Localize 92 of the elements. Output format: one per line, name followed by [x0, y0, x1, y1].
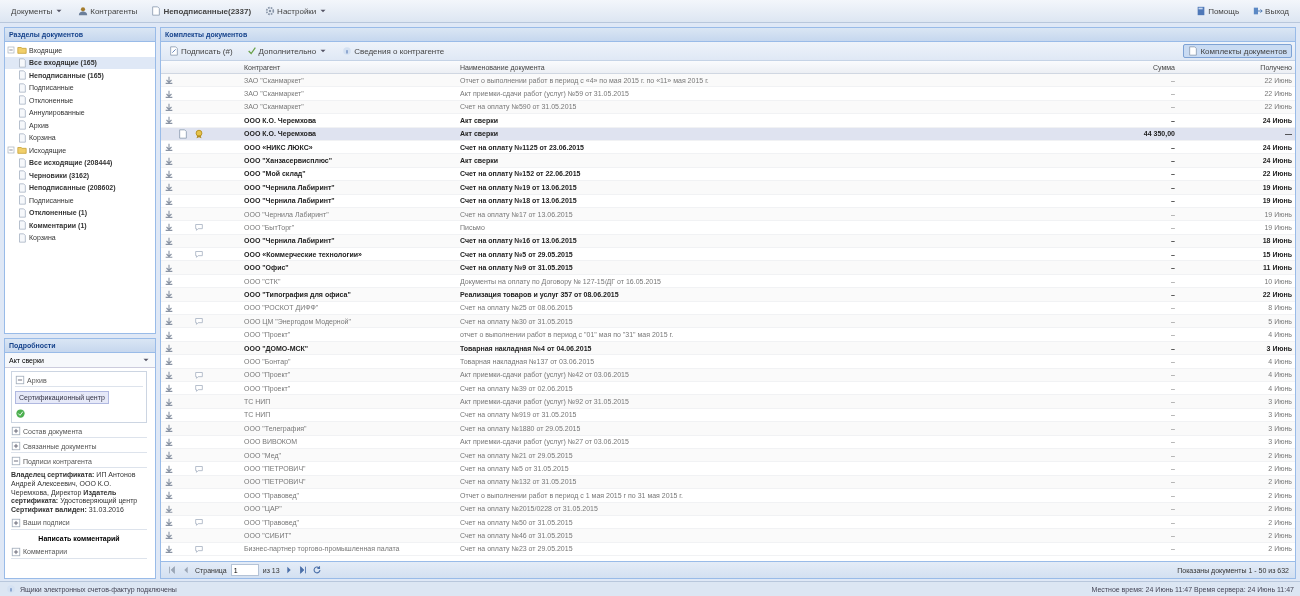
- document-icon: [151, 6, 162, 16]
- download-arrow-icon[interactable]: [164, 235, 174, 246]
- download-arrow-icon[interactable]: [164, 369, 174, 380]
- menu-button[interactable]: Контрагенты: [73, 4, 143, 18]
- info-icon: [342, 46, 353, 56]
- download-arrow-icon[interactable]: [164, 262, 174, 273]
- document-icon: [178, 128, 188, 139]
- page-icon: [17, 207, 27, 218]
- document-icon: [1188, 46, 1199, 56]
- download-arrow-icon[interactable]: [164, 436, 174, 447]
- speech-bubble-icon[interactable]: [194, 222, 204, 233]
- download-arrow-icon[interactable]: [164, 383, 174, 394]
- collapse-icon[interactable]: [11, 456, 21, 466]
- first-page-icon[interactable]: [167, 565, 177, 575]
- download-arrow-icon[interactable]: [164, 88, 174, 99]
- download-arrow-icon[interactable]: [164, 530, 174, 541]
- download-arrow-icon[interactable]: [164, 168, 174, 179]
- download-arrow-icon[interactable]: [164, 276, 174, 287]
- page-icon: [17, 232, 27, 243]
- speech-bubble-icon[interactable]: [194, 316, 204, 327]
- menu-button[interactable]: Настройки: [260, 4, 334, 18]
- speech-bubble-icon[interactable]: [194, 249, 204, 260]
- page-icon: [17, 195, 27, 206]
- page-icon: [17, 57, 27, 68]
- download-arrow-icon[interactable]: [164, 423, 174, 434]
- page-icon: [17, 157, 27, 168]
- expand-icon[interactable]: [11, 546, 21, 557]
- download-arrow-icon[interactable]: [164, 249, 174, 260]
- download-arrow-icon[interactable]: [164, 209, 174, 220]
- page-icon: [17, 170, 27, 181]
- download-arrow-icon[interactable]: [164, 222, 174, 233]
- speech-bubble-icon[interactable]: [194, 543, 204, 554]
- page-icon: [17, 82, 27, 93]
- menu-button[interactable]: Неподписанные(2337): [146, 4, 257, 18]
- collapse-icon[interactable]: [7, 146, 15, 155]
- exit-icon: [1253, 6, 1264, 16]
- expand-icon[interactable]: [11, 426, 21, 436]
- person-icon: [78, 6, 89, 16]
- page-icon: [17, 220, 27, 231]
- toolbar-button[interactable]: Сведения о контрагенте: [337, 44, 450, 58]
- download-arrow-icon[interactable]: [164, 543, 174, 554]
- toolbar-button[interactable]: Помощь: [1191, 4, 1245, 18]
- download-arrow-icon[interactable]: [164, 490, 174, 501]
- page-icon: [17, 70, 27, 81]
- download-arrow-icon[interactable]: [164, 75, 174, 86]
- speech-bubble-icon[interactable]: [194, 369, 204, 380]
- download-arrow-icon[interactable]: [164, 476, 174, 487]
- collapse-icon[interactable]: [15, 375, 25, 385]
- page-icon: [17, 120, 27, 131]
- menu-button[interactable]: Документы: [6, 4, 70, 18]
- download-arrow-icon[interactable]: [164, 115, 174, 126]
- download-arrow-icon[interactable]: [164, 343, 174, 353]
- download-arrow-icon[interactable]: [164, 409, 174, 420]
- expand-icon[interactable]: [11, 441, 21, 451]
- download-arrow-icon[interactable]: [164, 195, 174, 206]
- folder-icon: [17, 145, 27, 156]
- collapse-icon[interactable]: [7, 46, 15, 55]
- page-icon: [17, 182, 27, 193]
- book-icon: [1196, 6, 1207, 16]
- refresh-icon[interactable]: [311, 565, 322, 575]
- speech-bubble-icon[interactable]: [194, 383, 204, 394]
- toolbar-button[interactable]: Выход: [1248, 4, 1294, 18]
- download-arrow-icon[interactable]: [164, 517, 174, 528]
- download-arrow-icon[interactable]: [164, 289, 174, 300]
- download-arrow-icon[interactable]: [164, 396, 174, 407]
- folder-icon: [17, 45, 27, 56]
- toggle-button[interactable]: Комплекты документов: [1183, 44, 1292, 58]
- page-icon: [17, 107, 27, 118]
- last-page-icon[interactable]: [297, 565, 308, 575]
- speech-bubble-icon[interactable]: [194, 517, 204, 528]
- download-arrow-icon[interactable]: [164, 142, 174, 153]
- download-arrow-icon[interactable]: [164, 356, 174, 367]
- download-arrow-icon[interactable]: [164, 302, 174, 313]
- pen-document-icon: [169, 46, 179, 56]
- download-arrow-icon[interactable]: [164, 155, 174, 166]
- page-icon: [17, 95, 27, 106]
- download-arrow-icon[interactable]: [164, 316, 174, 327]
- page-icon: [17, 132, 27, 143]
- download-arrow-icon[interactable]: [164, 503, 174, 514]
- download-arrow-icon[interactable]: [164, 329, 174, 340]
- download-arrow-icon[interactable]: [164, 450, 174, 461]
- speech-bubble-icon[interactable]: [194, 463, 204, 474]
- expand-icon[interactable]: [11, 517, 21, 528]
- gear-icon: [265, 6, 276, 16]
- download-arrow-icon[interactable]: [164, 101, 174, 112]
- checkmark-circle-icon: [15, 408, 26, 419]
- download-arrow-icon[interactable]: [164, 182, 174, 193]
- certificate-icon: [194, 128, 204, 139]
- download-arrow-icon[interactable]: [164, 463, 174, 474]
- checkmark-icon: [246, 46, 257, 56]
- toolbar-button[interactable]: Подписать (#): [164, 44, 238, 58]
- toolbar-button[interactable]: Дополнительно: [241, 44, 334, 58]
